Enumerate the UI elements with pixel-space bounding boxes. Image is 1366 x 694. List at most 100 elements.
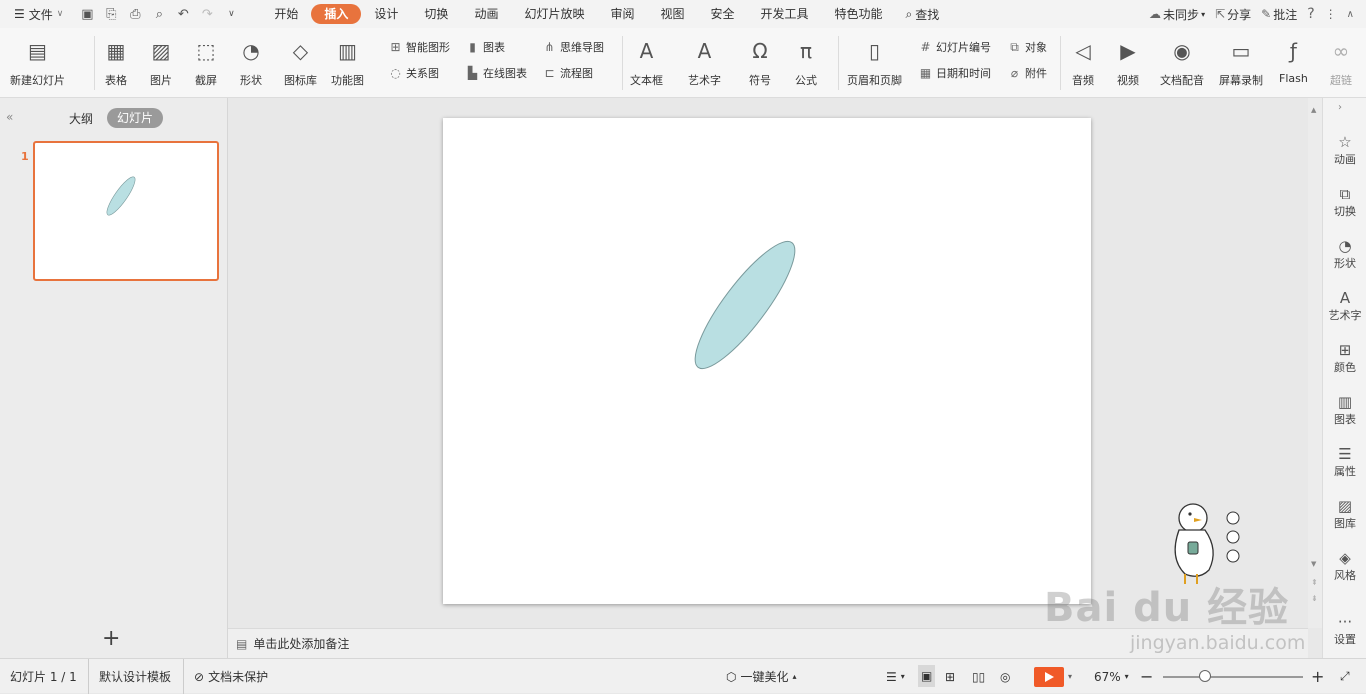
zoom-slider-knob[interactable]: [1199, 670, 1211, 682]
zoom-slider[interactable]: [1163, 670, 1303, 682]
scroll-down-icon[interactable]: ▼: [1311, 560, 1316, 568]
table-button[interactable]: ▦ 表格: [103, 28, 129, 98]
hyperlink-button[interactable]: ∞ 超链: [1328, 28, 1354, 98]
formula-button[interactable]: π 公式: [793, 28, 819, 98]
fit-window-button[interactable]: ⤢: [1340, 659, 1350, 694]
sidebar-item-properties[interactable]: ☰ 属性: [1323, 446, 1366, 479]
tab-transition[interactable]: 切换: [411, 4, 461, 24]
zoom-out-button[interactable]: −: [1140, 659, 1153, 694]
chart-button[interactable]: ▮ 图表: [465, 38, 505, 56]
slide-thumbnail[interactable]: [33, 141, 219, 281]
flash-icon: ƒ: [1289, 39, 1297, 63]
attachment-button[interactable]: ⌀ 附件: [1007, 64, 1047, 82]
notes-toggle[interactable]: ☰ ▾: [886, 659, 905, 694]
tab-home[interactable]: 开始: [261, 4, 311, 24]
tab-design[interactable]: 设计: [361, 4, 411, 24]
presenter-view-button[interactable]: ◎: [1000, 659, 1010, 694]
online-chart-button[interactable]: ▙ 在线图表: [465, 64, 527, 82]
play-slideshow-button[interactable]: ▾: [1034, 659, 1072, 694]
video-button[interactable]: ▶ 视频: [1115, 28, 1141, 98]
textbox-button[interactable]: A 文本框: [630, 28, 663, 98]
normal-view-icon: ▣: [921, 669, 933, 683]
icon-library-button[interactable]: ◇ 图标库: [284, 28, 317, 98]
save-icon[interactable]: ▣: [79, 7, 95, 22]
slide-sorter-button[interactable]: ⊞: [945, 659, 955, 694]
print-icon[interactable]: ⎙: [127, 7, 143, 22]
export-icon[interactable]: ⎘: [103, 7, 119, 22]
paperclip-icon: ⌀: [1010, 66, 1019, 80]
symbol-button[interactable]: Ω 符号: [747, 28, 773, 98]
chevron-right-icon[interactable]: ›: [1338, 102, 1342, 113]
comment-button[interactable]: ✎ 批注: [1261, 6, 1297, 23]
hamburger-icon: ☰: [14, 7, 25, 21]
transition-icon: ⧉: [1339, 185, 1351, 203]
collapse-panel-icon[interactable]: «: [6, 110, 13, 124]
tab-slideshow[interactable]: 幻灯片放映: [511, 4, 597, 24]
search-button[interactable]: ⌕ 查找: [906, 6, 940, 23]
tab-developer[interactable]: 开发工具: [748, 4, 822, 24]
vertical-scrollbar[interactable]: ▲ ▼ ⇞ ⇟: [1308, 98, 1322, 628]
tab-slides[interactable]: 幻灯片: [107, 108, 163, 128]
undo-icon[interactable]: ↶: [175, 7, 191, 22]
normal-view-button[interactable]: ▣: [918, 665, 936, 687]
doc-audio-button[interactable]: ◉ 文档配音: [1160, 28, 1204, 98]
add-slide-button[interactable]: +: [102, 626, 120, 651]
slide-number-button[interactable]: # 幻灯片编号: [918, 38, 991, 56]
tab-animation[interactable]: 动画: [461, 4, 511, 24]
sidebar-item-wordart[interactable]: A 艺术字: [1323, 290, 1366, 323]
screen-record-button[interactable]: ▭ 屏幕录制: [1219, 28, 1263, 98]
sidebar-item-gallery[interactable]: ▨ 图库: [1323, 498, 1366, 531]
help-icon[interactable]: ?: [1307, 6, 1314, 22]
ribbon: ▤ 新建幻灯片 ▦ 表格 ▨ 图片 ⬚ 截屏 ◔ 形状 ◇ 图标库 ▥ 功能图 …: [0, 28, 1366, 98]
sync-status[interactable]: ☁ 未同步 ▾: [1149, 6, 1205, 23]
picture-button[interactable]: ▨ 图片: [148, 28, 174, 98]
template-name[interactable]: 默认设计模板: [88, 659, 171, 694]
customize-dropdown-icon[interactable]: ∨: [223, 9, 239, 19]
object-button[interactable]: ⧉ 对象: [1007, 38, 1047, 56]
sidebar-item-settings[interactable]: ··· 设置: [1323, 614, 1366, 647]
tab-insert[interactable]: 插入: [311, 4, 362, 24]
tab-view[interactable]: 视图: [647, 4, 697, 24]
reading-view-button[interactable]: ▯▯: [972, 659, 985, 694]
shape-button[interactable]: ◔ 形状: [238, 28, 264, 98]
beautify-button[interactable]: ⬡ 一键美化 ▴: [726, 659, 797, 694]
tab-security[interactable]: 安全: [698, 4, 748, 24]
screenshot-button[interactable]: ⬚ 截屏: [193, 28, 219, 98]
tab-outline[interactable]: 大纲: [69, 110, 93, 127]
sidebar-item-chart[interactable]: ▥ 图表: [1323, 394, 1366, 427]
sidebar-item-style[interactable]: ◈ 风格: [1323, 550, 1366, 583]
more-icon[interactable]: ⋮: [1325, 7, 1337, 21]
next-slide-icon[interactable]: ⇟: [1311, 594, 1318, 603]
audio-button[interactable]: ◁ 音频: [1070, 28, 1096, 98]
zoom-level[interactable]: 67% ▾: [1094, 659, 1129, 694]
share-button[interactable]: ⇱ 分享: [1215, 6, 1251, 23]
collapse-ribbon-icon[interactable]: ∧: [1347, 9, 1354, 20]
file-menu[interactable]: ☰ 文件 ∨: [14, 6, 63, 23]
scroll-up-icon[interactable]: ▲: [1311, 106, 1316, 114]
header-footer-button[interactable]: ▯ 页眉和页脚: [847, 28, 902, 98]
wordart-button[interactable]: A 艺术字: [688, 28, 721, 98]
prev-slide-icon[interactable]: ⇞: [1311, 578, 1318, 587]
smart-shape-button[interactable]: ⊞ 智能图形: [388, 38, 450, 56]
sidebar-item-shape[interactable]: ◔ 形状: [1323, 238, 1366, 271]
tab-special[interactable]: 特色功能: [822, 4, 896, 24]
sidebar-item-animation[interactable]: ☆ 动画: [1323, 134, 1366, 167]
print-preview-icon[interactable]: ⌕: [151, 7, 167, 22]
document-protection[interactable]: ⊘ 文档未保护: [183, 659, 268, 694]
shield-icon: ⊘: [194, 669, 205, 684]
redo-icon[interactable]: ↷: [199, 7, 215, 22]
sidebar-item-transition[interactable]: ⧉ 切换: [1323, 186, 1366, 219]
new-slide-button[interactable]: ▤ 新建幻灯片: [10, 28, 65, 98]
slide-canvas[interactable]: [443, 118, 1091, 604]
tab-review[interactable]: 审阅: [597, 4, 647, 24]
flowchart-button[interactable]: ⊏ 流程图: [542, 64, 593, 82]
oval-shape[interactable]: [681, 230, 808, 380]
mindmap-button[interactable]: ⋔ 思维导图: [542, 38, 604, 56]
function-chart-button[interactable]: ▥ 功能图: [331, 28, 364, 98]
datetime-button[interactable]: ▦ 日期和时间: [918, 64, 991, 82]
relation-chart-button[interactable]: ◌ 关系图: [388, 64, 439, 82]
sidebar-item-color[interactable]: ⊞ 颜色: [1323, 342, 1366, 375]
zoom-in-button[interactable]: +: [1311, 659, 1324, 694]
link-icon: ∞: [1332, 39, 1350, 63]
flash-button[interactable]: ƒ Flash: [1279, 28, 1308, 98]
